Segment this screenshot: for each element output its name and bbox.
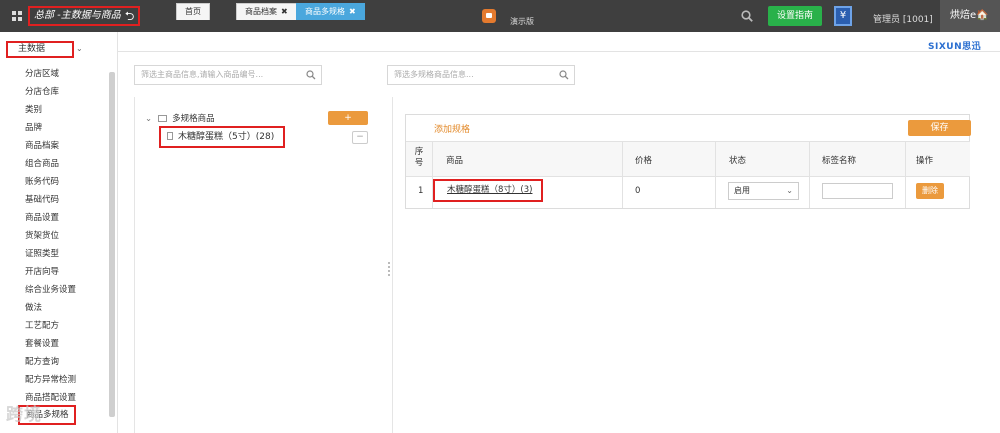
search-icon[interactable] [306, 70, 316, 80]
sidebar-item[interactable]: 账务代码 [25, 173, 76, 191]
search-placeholder: 筛选多规格商品信息... [394, 70, 474, 79]
tab-multi-spec[interactable]: 商品多规格 ✖ [296, 3, 365, 20]
tree-root[interactable]: ⌄ 多规格商品 [145, 112, 215, 124]
tab-label: 商品多规格 [305, 7, 345, 16]
column-divider [715, 141, 716, 208]
sidebar-item[interactable]: 商品设置 [25, 209, 76, 227]
store-switch[interactable]: 烘焙e🏠 [940, 0, 1000, 32]
column-divider [905, 141, 906, 208]
apps-grid-icon[interactable] [12, 11, 22, 21]
payment-yen-icon[interactable]: ¥ [834, 6, 852, 26]
header-index: 序号 [414, 147, 424, 168]
header-price: 价格 [635, 156, 653, 166]
sidebar-item[interactable]: 基础代码 [25, 191, 76, 209]
sidebar-item[interactable]: 分店区域 [25, 65, 76, 83]
sidebar: 主数据 ⌄ 分店区域 分店仓库 类别 品牌 商品档案 组合商品 账务代码 基础代… [0, 32, 118, 433]
splitter-handle[interactable] [388, 262, 390, 276]
delete-button[interactable]: 删除 [916, 183, 944, 199]
tab-label: 商品档案 [245, 7, 277, 16]
sidebar-item[interactable]: 组合商品 [25, 155, 76, 173]
tab-home[interactable]: 首页 [176, 3, 210, 20]
watermark: 跨境 [6, 405, 42, 425]
tree-item[interactable]: 木糖醇蛋糕（5寸）(28) [159, 126, 285, 148]
sidebar-item[interactable]: 分店仓库 [25, 83, 76, 101]
top-bar: 总部 -主数据与商品 ⮌ 演示版 设置指南 ¥ 管理员 [1001] 烘焙e🏠 [0, 0, 1000, 32]
sidebar-item[interactable]: 配方异常检测 [25, 371, 76, 389]
tree-root-label: 多规格商品 [172, 114, 215, 124]
multi-spec-search-input[interactable]: 筛选多规格商品信息... [387, 65, 575, 85]
status-value: 启用 [734, 186, 750, 195]
search-placeholder: 筛选主商品信息,请输入商品编号... [141, 70, 264, 79]
module-title-text: 总部 -主数据与商品 [34, 10, 121, 21]
sixun-logo: SIXUN思迅 [928, 42, 982, 52]
sidebar-item[interactable]: 做法 [25, 299, 76, 317]
sidebar-scrollbar[interactable] [109, 72, 115, 417]
tree-item-label: 木糖醇蛋糕（5寸）(28) [178, 132, 275, 142]
sidebar-item[interactable]: 综合业务设置 [25, 281, 76, 299]
admin-user[interactable]: 管理员 [1001] [873, 12, 933, 25]
sidebar-section-master-data[interactable]: 主数据 [6, 41, 74, 58]
save-button[interactable]: 保存 [908, 120, 971, 136]
folder-icon [158, 115, 168, 122]
remove-button[interactable]: − [352, 131, 368, 144]
sidebar-item[interactable]: 证照类型 [25, 245, 76, 263]
divider [134, 97, 135, 433]
chevron-down-icon[interactable]: ⌄ [145, 114, 152, 124]
sidebar-item[interactable]: 类别 [25, 101, 76, 119]
sidebar-item[interactable]: 配方查询 [25, 353, 76, 371]
sidebar-item[interactable]: 货架货位 [25, 227, 76, 245]
header-status: 状态 [729, 156, 747, 166]
close-icon[interactable]: ✖ [281, 7, 288, 16]
tab-bar [118, 32, 1000, 52]
sidebar-menu: 分店区域 分店仓库 类别 品牌 商品档案 组合商品 账务代码 基础代码 商品设置… [25, 65, 76, 407]
close-icon[interactable]: ✖ [349, 7, 356, 16]
header-tag-name: 标签名称 [822, 156, 857, 166]
add-button[interactable]: + [328, 111, 368, 125]
tab-label: 首页 [185, 7, 201, 16]
header-action: 操作 [916, 156, 934, 166]
divider [392, 97, 393, 433]
setup-guide-button[interactable]: 设置指南 [768, 6, 822, 26]
tag-name-input[interactable] [822, 183, 893, 199]
status-select[interactable]: 启用 ⌄ [728, 182, 799, 200]
sidebar-item[interactable]: 套餐设置 [25, 335, 76, 353]
search-icon[interactable] [559, 70, 569, 80]
module-title[interactable]: 总部 -主数据与商品 ⮌ [28, 6, 141, 26]
sidebar-item[interactable]: 工艺配方 [25, 317, 76, 335]
sidebar-item[interactable]: 商品档案 [25, 137, 76, 155]
tab-product-archive[interactable]: 商品档案 ✖ [236, 3, 297, 20]
add-spec-link[interactable]: 添加规格 [434, 122, 470, 135]
column-divider [809, 141, 810, 208]
demo-label: 演示版 [510, 17, 534, 26]
row-price: 0 [635, 186, 641, 196]
header-product: 商品 [446, 156, 464, 166]
main-product-search-input[interactable]: 筛选主商品信息,请输入商品编号... [134, 65, 322, 85]
sidebar-item[interactable]: 开店向导 [25, 263, 76, 281]
column-divider [622, 141, 623, 208]
table-header [406, 141, 970, 177]
row-index: 1 [418, 186, 424, 196]
chevron-down-icon: ⌄ [786, 186, 793, 195]
demo-logo-icon [482, 9, 496, 23]
sidebar-item[interactable]: 品牌 [25, 119, 76, 137]
search-icon[interactable] [741, 10, 753, 22]
product-link[interactable]: 木糖醇蛋糕（8寸）(3) [433, 179, 543, 202]
document-icon [167, 132, 173, 140]
switch-back-icon[interactable]: ⮌ [125, 8, 135, 24]
chevron-down-icon[interactable]: ⌄ [76, 44, 83, 53]
